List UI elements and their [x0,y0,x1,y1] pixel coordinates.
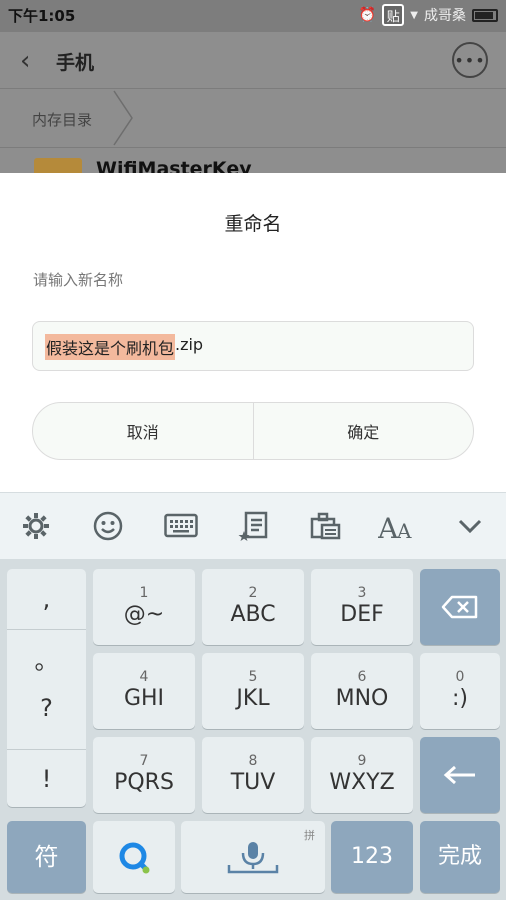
key-label: WXYZ [329,770,395,795]
status-bar: 下午1:05 ⏰ 贴 ▼ 成哥桑 [0,0,506,32]
keyboard-icon[interactable] [157,502,205,550]
backspace-icon [441,595,478,619]
clipboard-icon[interactable] [301,502,349,550]
alarm-icon: ⏰ [358,7,377,23]
rename-input[interactable]: 假装这是个刷机包 .zip [32,321,474,371]
more-options-icon[interactable]: ••• [452,42,488,78]
clipboard-edit-icon[interactable] [229,502,277,550]
dialog-hint: 请输入新名称 [33,271,124,289]
key-number: 1 [139,585,149,601]
pinyin-tag: 拼 [304,829,315,842]
qq-input-logo-key[interactable] [93,821,175,893]
paste-app-icon[interactable]: 贴 [382,4,405,26]
svg-text:A: A [396,519,412,542]
key-label: ABC [230,602,276,627]
exclamation-key[interactable]: ! [7,753,86,805]
selected-text: 假装这是个刷机包 [45,334,176,360]
dialog-buttons: 取消 确定 [32,402,474,460]
breadcrumb: 内存目录 [0,88,506,148]
key-label: DEF [340,602,384,627]
file-extension: .zip [175,335,204,354]
key-0[interactable]: 0 :) [420,653,500,729]
key-label: :) [452,686,468,711]
font-size-icon[interactable]: A A [374,502,422,550]
key-number: 0 [455,669,465,685]
breadcrumb-item[interactable]: 内存目录 [32,109,92,130]
emoji-icon[interactable] [84,502,132,550]
cancel-button[interactable]: 取消 [33,403,253,459]
key-number: 8 [248,753,258,769]
key-label: 完成 [437,844,482,869]
key-9[interactable]: 9 WXYZ [311,737,413,813]
key-4[interactable]: 4 GHI [93,653,195,729]
space-voice-key[interactable]: 拼 [181,821,325,893]
list-item[interactable]: WifiMasterKey [0,148,506,174]
symbol-key[interactable]: 符 [7,821,86,893]
gear-icon[interactable] [12,502,60,550]
arrow-left-icon [443,765,475,785]
key-label: PQRS [114,770,174,795]
collapse-icon[interactable] [446,502,494,550]
key-label: @~ [123,602,165,627]
key-3[interactable]: 3 DEF [311,569,413,645]
backspace-key[interactable] [420,569,500,645]
period-key[interactable]: 。 [7,633,86,683]
qq-input-logo-icon [119,842,150,874]
key-8[interactable]: 8 TUV [202,737,304,813]
page-title: 手机 [56,52,95,74]
svg-text:A: A [378,512,399,542]
symbol-column[interactable]: , 。 ? ! [7,569,86,807]
keyboard: , 。 ? ! 1 @~ 2 ABC 3 DEF 4 GHI 5 JKL 6 M… [0,559,506,900]
key-number: 4 [139,669,149,685]
breadcrumb-chevron-icon [113,90,133,146]
done-key[interactable]: 完成 [420,821,500,893]
key-6[interactable]: 6 MNO [311,653,413,729]
key-number: 7 [139,753,149,769]
file-name: WifiMasterKey [96,158,252,174]
key-number: 5 [248,669,258,685]
key-label: JKL [236,686,270,711]
key-label: 123 [351,844,393,869]
rename-dialog: 重命名 请输入新名称 假装这是个刷机包 .zip 取消 确定 [0,173,506,492]
key-label: TUV [230,770,276,795]
status-icons: ⏰ 贴 ▼ 成哥桑 [359,4,498,26]
app-header: ‹ 手机 ••• [0,32,506,88]
key-label: MNO [335,686,389,711]
chevron-down-icon: ▼ [410,9,418,21]
key-number: 2 [248,585,258,601]
key-7[interactable]: 7 PQRS [93,737,195,813]
battery-icon [472,8,498,22]
status-time: 下午1:05 [8,7,76,25]
key-1[interactable]: 1 @~ [93,569,195,645]
enter-key[interactable] [420,737,500,813]
key-2[interactable]: 2 ABC [202,569,304,645]
number-key[interactable]: 123 [331,821,413,893]
key-number: 3 [357,585,367,601]
keyboard-toolbar: A A [0,492,506,559]
back-icon[interactable]: ‹ [20,46,30,76]
question-key[interactable]: ? [7,683,86,733]
key-label: GHI [123,686,165,711]
key-number: 6 [357,669,367,685]
comma-key[interactable]: , [7,569,86,629]
dialog-title: 重命名 [224,213,282,235]
key-5[interactable]: 5 JKL [202,653,304,729]
confirm-button[interactable]: 确定 [252,403,474,459]
key-label: 符 [34,843,59,871]
watermark-text: 成哥桑 [424,8,466,24]
key-number: 9 [357,753,367,769]
microphone-icon [227,842,279,874]
folder-icon [34,158,82,174]
